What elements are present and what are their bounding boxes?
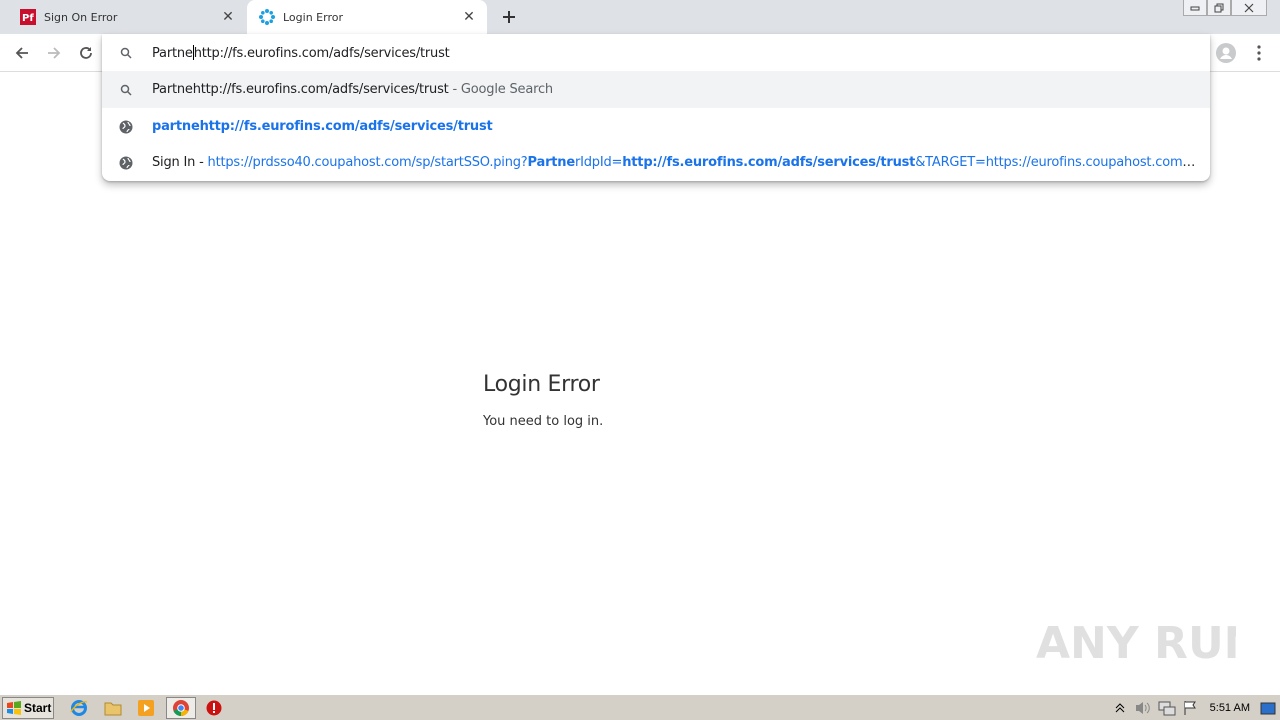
globe-icon — [118, 119, 134, 135]
anyrun-watermark: ANY RUN — [1036, 606, 1261, 676]
chrome-taskbar-button[interactable] — [166, 697, 196, 719]
suggestion-text: Partnehttp://fs.eurofins.com/adfs/servic… — [152, 82, 449, 97]
new-tab-button[interactable] — [498, 6, 520, 28]
start-label: Start — [24, 701, 52, 715]
plus-icon — [503, 11, 515, 23]
tab-login-error[interactable]: Login Error ✕ — [247, 0, 487, 34]
omnibox-dropdown: Partnehttp://fs.eurofins.com/adfs/servic… — [102, 34, 1210, 181]
show-hidden-icons-icon[interactable] — [1112, 700, 1128, 716]
media-player-icon[interactable] — [135, 698, 157, 718]
pf-icon: Pf — [20, 9, 36, 25]
back-arrow-icon — [15, 47, 28, 59]
spinner-icon — [259, 9, 275, 25]
close-tab-icon[interactable]: ✕ — [461, 9, 477, 25]
tab-sign-on-error[interactable]: Pf Sign On Error ✕ — [8, 0, 246, 34]
globe-icon — [118, 155, 134, 171]
tab-title: Sign On Error — [44, 10, 118, 24]
suggestion-url-text: partnehttp://fs.eurofins.com/adfs/servic… — [152, 119, 493, 134]
search-icon — [118, 45, 134, 61]
system-tray: 5:51 AM — [1112, 697, 1280, 719]
profile-button[interactable] — [1215, 42, 1237, 64]
restore-button[interactable] — [1207, 0, 1231, 16]
windows-logo-icon — [7, 701, 21, 715]
suggestion-url[interactable]: partnehttp://fs.eurofins.com/adfs/servic… — [102, 108, 1210, 145]
suggestion-url-text: https://prdsso40.coupahost.com/sp/startS… — [207, 155, 1198, 170]
forward-button[interactable] — [43, 42, 65, 64]
tab-title: Login Error — [283, 10, 343, 24]
stop-icon[interactable] — [203, 698, 225, 718]
svg-text:ANY RUN: ANY RUN — [1036, 618, 1236, 669]
back-button[interactable] — [11, 42, 33, 64]
window-controls — [1183, 0, 1267, 18]
speaker-icon[interactable] — [1134, 700, 1152, 716]
error-message: You need to log in. — [483, 414, 604, 429]
omnibox-text[interactable]: Partnehttp://fs.eurofins.com/adfs/servic… — [152, 44, 1198, 61]
ie-icon[interactable] — [68, 698, 90, 718]
reload-icon — [80, 47, 92, 59]
suggestion-suffix: - Google Search — [448, 82, 553, 97]
chrome-icon — [173, 700, 189, 717]
network-icon[interactable] — [1158, 700, 1176, 716]
clock[interactable]: 5:51 AM — [1210, 702, 1250, 714]
suggestion-title: Sign In — [152, 155, 196, 170]
folder-icon[interactable] — [102, 698, 124, 718]
tab-strip: Pf Sign On Error ✕ Login Error ✕ — [0, 0, 1280, 34]
start-button[interactable]: Start — [2, 697, 54, 719]
forward-arrow-icon — [48, 47, 61, 59]
close-window-button[interactable] — [1231, 0, 1267, 16]
page-title: Login Error — [483, 372, 600, 397]
show-desktop-icon[interactable] — [1260, 701, 1276, 715]
reload-button[interactable] — [75, 42, 97, 64]
search-icon — [118, 82, 134, 98]
omnibox-input[interactable]: Partnehttp://fs.eurofins.com/adfs/servic… — [102, 34, 1210, 71]
menu-button[interactable] — [1248, 42, 1270, 64]
suggestion-history[interactable]: Sign In - https://prdsso40.coupahost.com… — [102, 144, 1210, 181]
kebab-menu-icon — [1257, 45, 1261, 61]
minimize-button[interactable] — [1183, 0, 1207, 16]
avatar-icon — [1216, 43, 1236, 63]
close-tab-icon[interactable]: ✕ — [220, 9, 236, 25]
svg-text:Pf: Pf — [22, 13, 34, 24]
taskbar: Start 5:51 AM — [0, 694, 1280, 720]
suggestion-google-search[interactable]: Partnehttp://fs.eurofins.com/adfs/servic… — [102, 71, 1210, 108]
action-center-flag-icon[interactable] — [1182, 700, 1200, 716]
